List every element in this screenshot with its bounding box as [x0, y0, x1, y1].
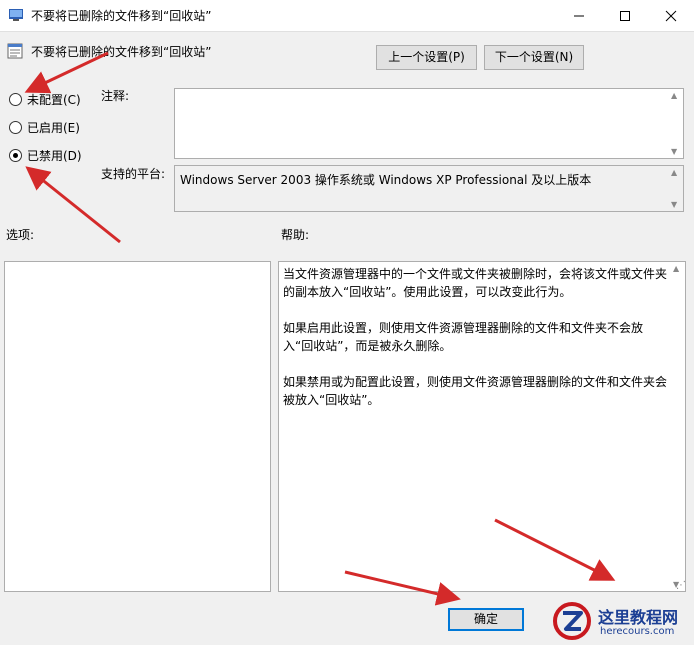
- options-label: 选项:: [6, 228, 35, 242]
- minimize-icon: [574, 15, 584, 17]
- help-paragraph: 当文件资源管理器中的一个文件或文件夹被删除时，会将该文件或文件夹的副本放入“回收…: [283, 267, 668, 299]
- maximize-icon: [620, 11, 630, 21]
- scroll-down-icon[interactable]: ▼: [671, 200, 677, 209]
- window-title: 不要将已删除的文件移到“回收站”: [31, 9, 212, 23]
- minimize-button[interactable]: [556, 0, 602, 31]
- previous-setting-button[interactable]: 上一个设置(P): [376, 45, 477, 70]
- close-button[interactable]: [648, 0, 694, 31]
- policy-editor-icon: [9, 9, 23, 21]
- resize-grip-icon[interactable]: ⋰: [676, 580, 686, 591]
- watermark-url: herecours.com: [600, 626, 675, 637]
- maximize-button[interactable]: [602, 0, 648, 31]
- scroll-down-icon[interactable]: ▼: [671, 147, 677, 156]
- site-logo-icon: [553, 602, 591, 640]
- help-paragraph: 如果启用此设置，则使用文件资源管理器删除的文件和文件夹不会放入“回收站”，而是被…: [283, 321, 644, 353]
- comment-label: 注释:: [101, 89, 130, 103]
- platform-scrollbar[interactable]: ▲ ▼: [668, 166, 683, 211]
- ok-button[interactable]: 确定: [448, 608, 524, 631]
- help-text: 当文件资源管理器中的一个文件或文件夹被删除时，会将该文件或文件夹的副本放入“回收…: [283, 265, 671, 427]
- radio-circle: [9, 121, 22, 134]
- platform-value: Windows Server 2003 操作系统或 Windows XP Pro…: [180, 173, 592, 187]
- watermark-title: 这里教程网: [598, 608, 679, 627]
- radio-circle: [9, 93, 22, 106]
- policy-setting-icon: [7, 43, 23, 59]
- next-setting-button[interactable]: 下一个设置(N): [484, 45, 584, 70]
- radio-circle: [9, 149, 22, 162]
- title-bar: 不要将已删除的文件移到“回收站”: [0, 0, 694, 32]
- comment-scrollbar[interactable]: ▲ ▼: [668, 89, 683, 158]
- policy-name: 不要将已删除的文件移到“回收站”: [31, 45, 212, 59]
- help-label: 帮助:: [281, 228, 310, 242]
- close-icon: [665, 10, 677, 22]
- radio-label: 未配置(C): [27, 93, 81, 107]
- comment-textarea[interactable]: ▲ ▼: [174, 88, 684, 159]
- help-scrollbar[interactable]: ▲ ▼: [670, 262, 685, 591]
- radio-label: 已禁用(D): [27, 149, 82, 163]
- options-panel: [4, 261, 271, 592]
- radio-label: 已启用(E): [27, 121, 80, 135]
- watermark: 这里教程网 herecours.com: [548, 598, 694, 645]
- platform-label: 支持的平台:: [101, 167, 166, 181]
- radio-selected-dot: [13, 153, 18, 158]
- scroll-up-icon[interactable]: ▲: [671, 168, 677, 177]
- scroll-up-icon[interactable]: ▲: [671, 91, 677, 100]
- help-paragraph: 如果禁用或为配置此设置，则使用文件资源管理器删除的文件和文件夹会被放入“回收站”…: [283, 375, 668, 407]
- scroll-up-icon[interactable]: ▲: [673, 264, 679, 273]
- help-panel: 当文件资源管理器中的一个文件或文件夹被删除时，会将该文件或文件夹的副本放入“回收…: [278, 261, 686, 592]
- platform-field: Windows Server 2003 操作系统或 Windows XP Pro…: [174, 165, 684, 212]
